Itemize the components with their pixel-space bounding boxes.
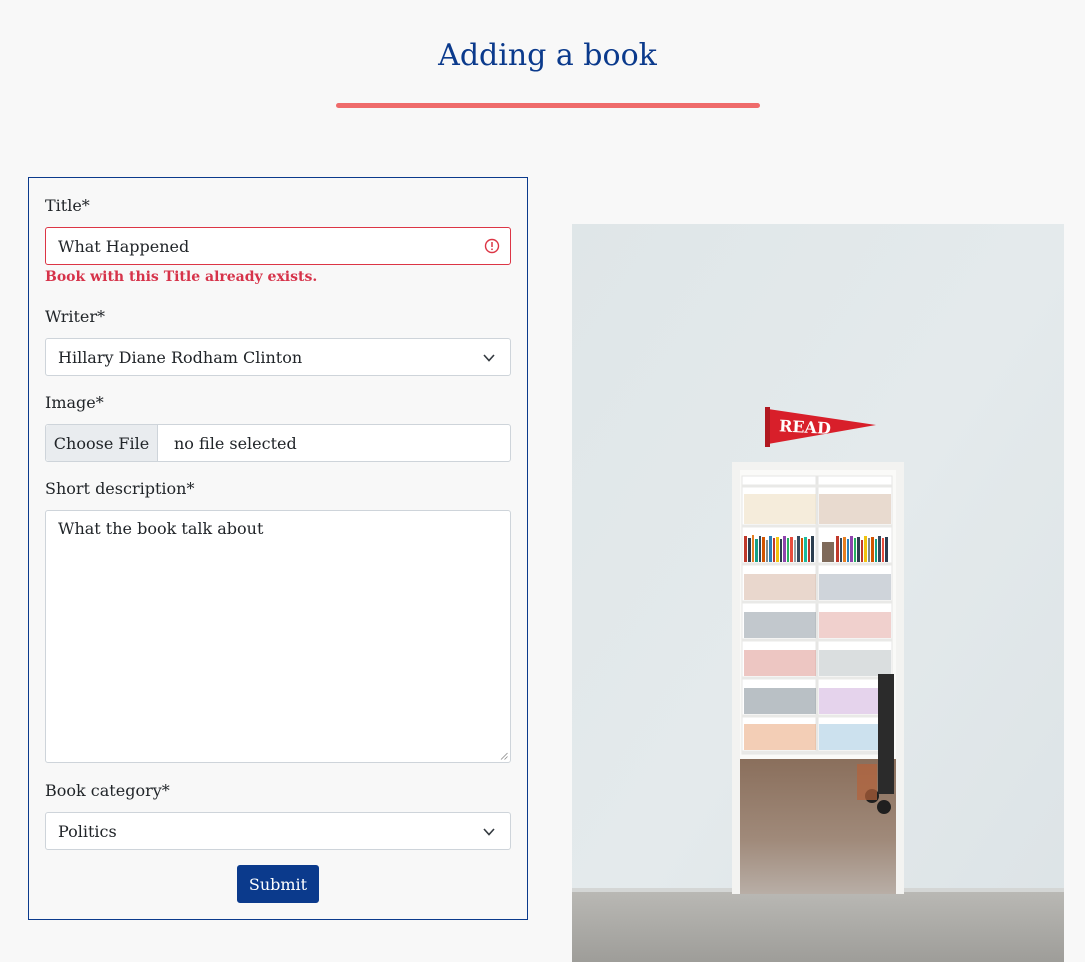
choose-file-button[interactable]: Choose File [46,425,158,461]
add-book-form: Title* What Happened Book with this Titl… [28,177,528,920]
writer-label: Writer* [45,307,106,326]
alert-icon [484,238,500,254]
category-selected-value: Politics [58,821,117,841]
description-label: Short description* [45,479,195,498]
chevron-down-icon [483,354,495,362]
page-title: Adding a book [438,38,657,73]
category-select[interactable]: Politics [45,812,511,850]
pennant-text: READ [779,416,832,438]
bookshelf-illustration: READ [572,224,1064,962]
resize-grip-icon[interactable] [500,752,508,760]
image-label: Image* [45,393,104,412]
description-value: What the book talk about [58,519,264,538]
title-input-value: What Happened [58,236,190,256]
title-error-message: Book with this Title already exists. [45,269,318,285]
description-textarea[interactable]: What the book talk about [45,510,511,763]
category-label: Book category* [45,781,170,800]
chevron-down-icon [483,828,495,836]
writer-select[interactable]: Hillary Diane Rodham Clinton [45,338,511,376]
title-underline [336,103,760,108]
title-input[interactable]: What Happened [45,227,511,265]
writer-selected-value: Hillary Diane Rodham Clinton [58,347,303,367]
image-file-input[interactable]: Choose File no file selected [45,424,511,462]
bookshelf-photo: READ [572,224,1064,962]
submit-button[interactable]: Submit [237,865,319,903]
title-label: Title* [45,196,90,215]
file-status: no file selected [174,433,297,453]
